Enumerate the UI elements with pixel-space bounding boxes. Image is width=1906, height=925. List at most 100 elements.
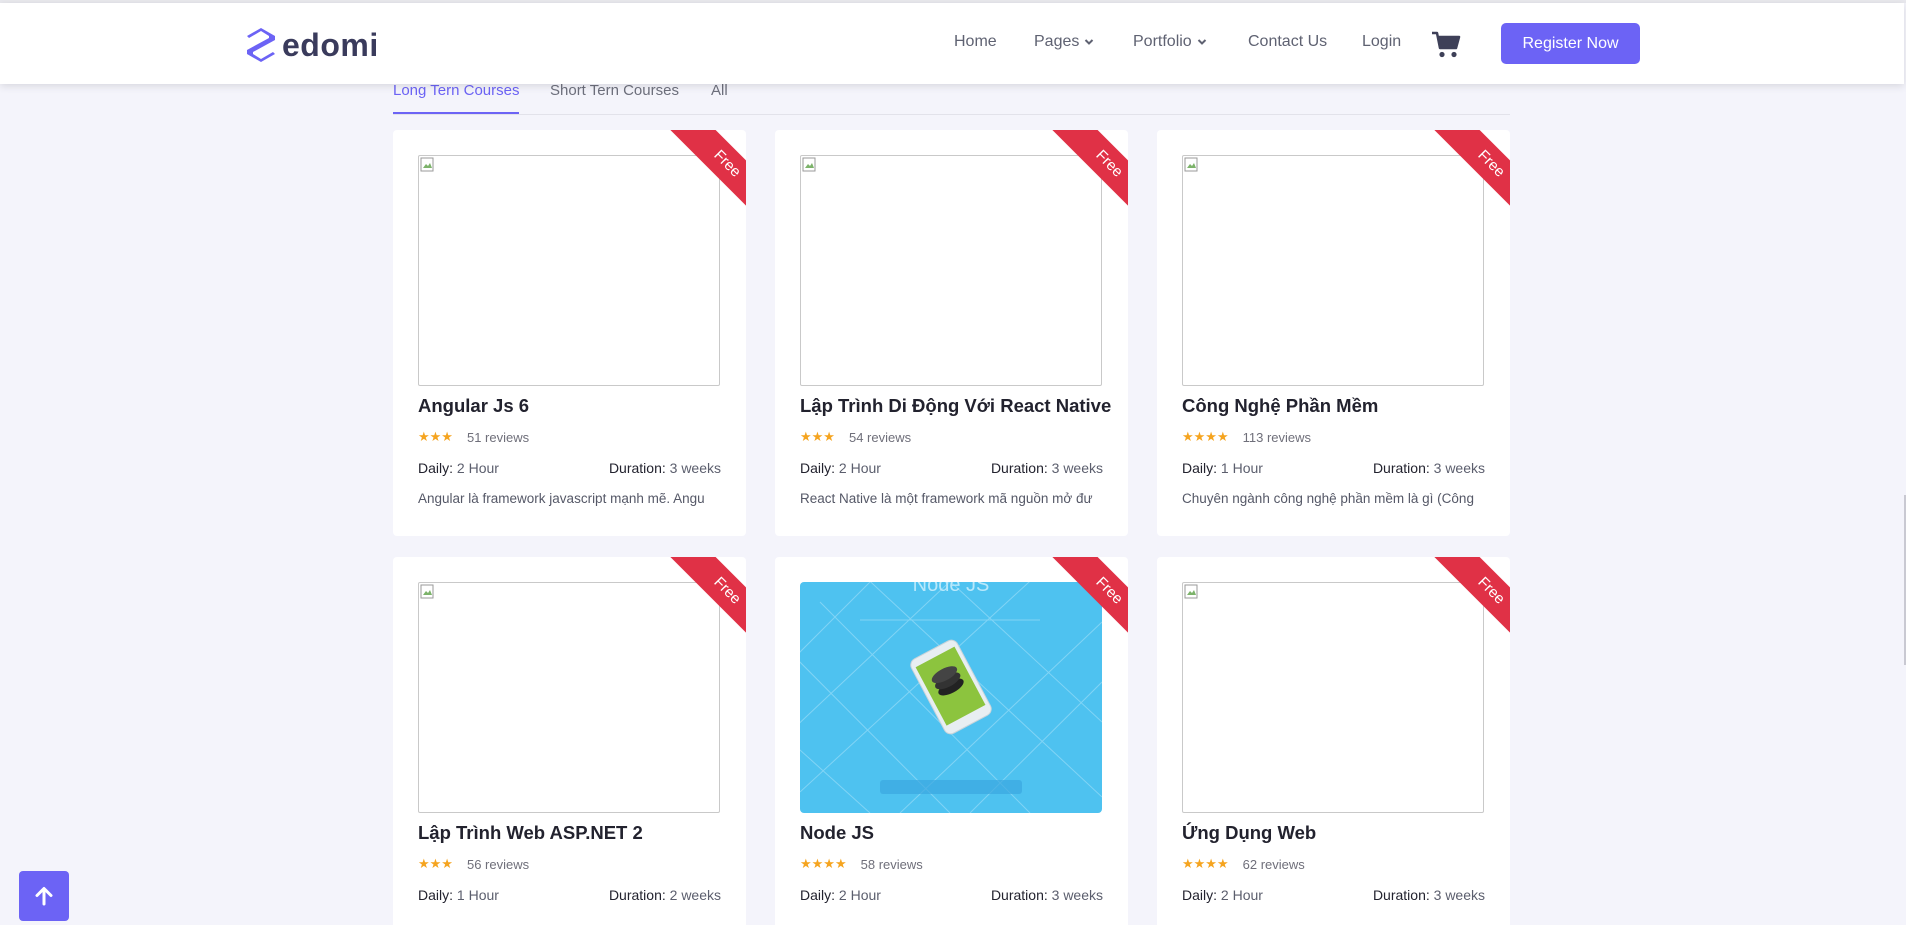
register-now-button[interactable]: Register Now xyxy=(1501,23,1640,64)
course-card[interactable]: Free Lập Trình Web ASP.NET 2 ★★★ 56 revi… xyxy=(393,557,746,925)
star-rating-icon: ★★★ xyxy=(800,429,835,444)
course-rating: ★★★★ 113 reviews xyxy=(1182,429,1311,445)
duration-label: Duration: xyxy=(608,887,666,903)
duration-label: Duration: xyxy=(990,887,1048,903)
duration-value: 3 weeks xyxy=(669,460,721,476)
duration-value: 2 weeks xyxy=(669,887,721,903)
course-duration: Duration: 3 weeks xyxy=(1373,460,1485,476)
tab-all[interactable]: All xyxy=(711,82,728,99)
shopping-cart-icon[interactable] xyxy=(1431,31,1461,59)
broken-image-icon xyxy=(420,157,434,172)
daily-hours: Daily: 2 Hour xyxy=(800,460,881,476)
brand-name: edomi xyxy=(282,26,379,63)
duration-value: 3 weeks xyxy=(1051,460,1103,476)
course-duration: Duration: 3 weeks xyxy=(991,460,1103,476)
course-title[interactable]: Node JS xyxy=(800,822,874,844)
course-duration: Duration: 3 weeks xyxy=(1373,887,1485,903)
nav-pages-label: Pages xyxy=(1034,33,1080,50)
nav-login-label: Login xyxy=(1362,33,1402,50)
free-ribbon: Free xyxy=(644,130,746,232)
course-rating: ★★★ 51 reviews xyxy=(418,429,529,445)
daily-label: Daily: xyxy=(1182,460,1218,476)
duration-value: 3 weeks xyxy=(1433,887,1485,903)
nav-login[interactable]: Login xyxy=(1362,33,1401,51)
active-tab-indicator xyxy=(393,112,519,114)
daily-label: Daily: xyxy=(800,887,836,903)
review-count: 58 reviews xyxy=(860,856,923,872)
tab-short-term-courses[interactable]: Short Tern Courses xyxy=(550,82,679,99)
ribbon-label: Free xyxy=(1044,557,1128,656)
course-duration: Duration: 3 weeks xyxy=(609,460,721,476)
course-card[interactable]: Free Công Nghệ Phần Mềm ★★★★ 113 reviews… xyxy=(1157,130,1510,536)
duration-label: Duration: xyxy=(1372,460,1430,476)
course-title[interactable]: Công Nghệ Phần Mềm xyxy=(1182,395,1378,417)
course-duration: Duration: 3 weeks xyxy=(991,887,1103,903)
free-ribbon: Free xyxy=(1026,130,1128,232)
broken-image-icon xyxy=(802,157,816,172)
daily-hours: Daily: 2 Hour xyxy=(418,460,499,476)
course-title[interactable]: Lập Trình Web ASP.NET 2 xyxy=(418,822,643,844)
nav-portfolio-label: Portfolio xyxy=(1133,33,1192,50)
daily-value: 1 Hour xyxy=(456,887,499,903)
course-description: Chuyên ngành công nghệ phần mềm là gì (C… xyxy=(1182,491,1474,506)
star-rating-icon: ★★★★ xyxy=(1182,856,1229,871)
ribbon-label: Free xyxy=(1044,130,1128,229)
nav-portfolio[interactable]: Portfolio xyxy=(1133,33,1207,51)
course-card[interactable]: Free Ứng Dụng Web ★★★★ 62 reviews Daily:… xyxy=(1157,557,1510,925)
duration-label: Duration: xyxy=(990,460,1048,476)
course-card[interactable]: Free Angular Js 6 ★★★ 51 reviews Daily: … xyxy=(393,130,746,536)
free-ribbon: Free xyxy=(1026,557,1128,659)
course-description: Angular là framework javascript mạnh mẽ.… xyxy=(418,491,705,506)
nav-contact-us[interactable]: Contact Us xyxy=(1248,33,1327,51)
course-card[interactable]: Node JS Free Node JS ★★★★ 58 reviews Dai… xyxy=(775,557,1128,925)
site-header: edomi Home Pages Portfolio Contact Us Lo… xyxy=(0,3,1904,84)
daily-label: Daily: xyxy=(418,460,454,476)
logo-mark-icon xyxy=(247,28,275,62)
review-count: 62 reviews xyxy=(1242,856,1305,872)
free-ribbon: Free xyxy=(644,557,746,659)
course-description: React Native là một framework mã nguồn m… xyxy=(800,491,1093,506)
ribbon-label: Free xyxy=(662,130,746,229)
star-rating-icon: ★★★★ xyxy=(1182,429,1229,444)
daily-label: Daily: xyxy=(418,887,454,903)
course-rating: ★★★★ 58 reviews xyxy=(800,856,923,872)
review-count: 51 reviews xyxy=(466,429,530,445)
tab-long-term-courses[interactable]: Long Tern Courses xyxy=(393,82,519,99)
star-rating-icon: ★★★★ xyxy=(800,856,847,871)
chevron-down-icon xyxy=(1197,39,1206,45)
daily-hours: Daily: 1 Hour xyxy=(1182,460,1263,476)
free-ribbon: Free xyxy=(1408,557,1510,659)
review-count: 54 reviews xyxy=(848,429,912,445)
star-rating-icon: ★★★ xyxy=(418,429,453,444)
duration-value: 3 weeks xyxy=(1051,887,1103,903)
nav-pages[interactable]: Pages xyxy=(1034,33,1094,51)
course-card[interactable]: Free Lập Trình Di Động Với React Native … xyxy=(775,130,1128,536)
course-title[interactable]: Ứng Dụng Web xyxy=(1182,822,1316,844)
duration-value: 3 weeks xyxy=(1433,460,1485,476)
course-rating: ★★★★ 62 reviews xyxy=(1182,856,1305,872)
nav-home-label: Home xyxy=(954,33,997,50)
daily-hours: Daily: 2 Hour xyxy=(800,887,881,903)
daily-value: 2 Hour xyxy=(838,460,881,476)
daily-label: Daily: xyxy=(1182,887,1218,903)
duration-label: Duration: xyxy=(608,460,666,476)
daily-value: 1 Hour xyxy=(1220,460,1263,476)
course-tabs: Long Tern Courses Short Tern Courses All xyxy=(393,80,1510,115)
course-title[interactable]: Lập Trình Di Động Với React Native xyxy=(800,395,1111,417)
daily-hours: Daily: 2 Hour xyxy=(1182,887,1263,903)
review-count: 56 reviews xyxy=(466,856,530,872)
daily-value: 2 Hour xyxy=(1220,887,1263,903)
daily-hours: Daily: 1 Hour xyxy=(418,887,499,903)
ribbon-label: Free xyxy=(662,557,746,656)
back-to-top-button[interactable] xyxy=(19,871,69,921)
course-rating: ★★★ 56 reviews xyxy=(418,856,529,872)
brand-logo[interactable]: edomi xyxy=(244,26,379,64)
arrow-up-icon xyxy=(35,887,53,906)
nav-home[interactable]: Home xyxy=(954,33,997,51)
nav-contact-label: Contact Us xyxy=(1248,33,1328,50)
course-duration: Duration: 2 weeks xyxy=(609,887,721,903)
chevron-down-icon xyxy=(1085,39,1094,45)
course-rating: ★★★ 54 reviews xyxy=(800,429,911,445)
broken-image-icon xyxy=(1184,584,1198,599)
course-title[interactable]: Angular Js 6 xyxy=(418,395,529,417)
